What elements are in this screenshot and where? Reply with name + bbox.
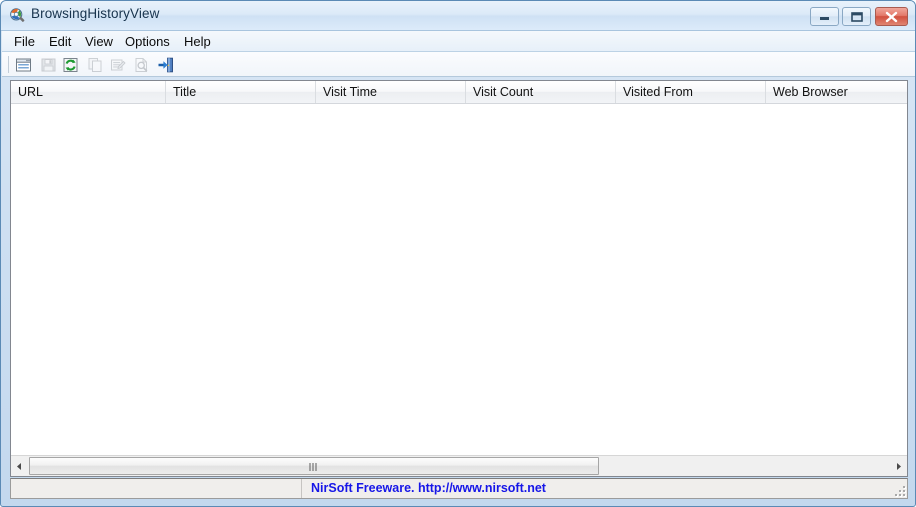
application-window: BrowsingHistoryView File Edit View Optio… bbox=[0, 0, 916, 507]
menu-item-view[interactable]: View bbox=[79, 33, 119, 50]
browser-history-icon bbox=[9, 7, 26, 24]
status-bar: NirSoft Freeware. http://www.nirsoft.net bbox=[10, 478, 908, 499]
close-button[interactable] bbox=[875, 7, 908, 26]
column-header-visit-time[interactable]: Visit Time bbox=[316, 81, 466, 103]
toolbar-separator bbox=[8, 56, 9, 73]
column-header-url[interactable]: URL bbox=[11, 81, 166, 103]
refresh-icon bbox=[63, 58, 78, 72]
column-header-web-browser[interactable]: Web Browser bbox=[766, 81, 907, 103]
save-button[interactable] bbox=[38, 55, 59, 75]
minimize-button[interactable] bbox=[810, 7, 839, 26]
window-title: BrowsingHistoryView bbox=[31, 6, 160, 21]
column-header-visited-from[interactable]: Visited From bbox=[616, 81, 766, 103]
scroll-left-arrow[interactable] bbox=[11, 456, 28, 476]
window-icon bbox=[16, 58, 31, 72]
scroll-right-arrow[interactable] bbox=[890, 456, 907, 476]
copy-icon bbox=[88, 58, 102, 72]
floppy-disk-icon bbox=[41, 58, 56, 72]
column-header-title[interactable]: Title bbox=[166, 81, 316, 103]
exit-button[interactable] bbox=[155, 55, 176, 75]
column-header-visit-count[interactable]: Visit Count bbox=[466, 81, 616, 103]
menu-bar: File Edit View Options Help bbox=[2, 31, 915, 52]
properties-button[interactable] bbox=[108, 55, 129, 75]
horizontal-scrollbar[interactable] bbox=[11, 455, 907, 476]
toolbar bbox=[2, 52, 915, 77]
properties-icon bbox=[111, 59, 126, 71]
scroll-thumb-grip bbox=[309, 463, 319, 471]
refresh-button[interactable] bbox=[60, 55, 81, 75]
title-bar: BrowsingHistoryView bbox=[1, 1, 915, 31]
menu-item-file[interactable]: File bbox=[8, 33, 41, 50]
maximize-button[interactable] bbox=[842, 7, 871, 26]
scrollbar-thumb[interactable] bbox=[29, 457, 599, 475]
copy-button[interactable] bbox=[85, 55, 106, 75]
column-header-row: URL Title Visit Time Visit Count Visited… bbox=[11, 81, 907, 104]
select-options-button[interactable] bbox=[13, 55, 34, 75]
resize-grip[interactable] bbox=[893, 484, 905, 496]
menu-item-help[interactable]: Help bbox=[178, 33, 217, 50]
menu-item-options[interactable]: Options bbox=[119, 33, 176, 50]
menu-item-edit[interactable]: Edit bbox=[43, 33, 77, 50]
report-icon bbox=[135, 58, 148, 72]
status-pane-left bbox=[11, 479, 302, 498]
history-rows-container[interactable] bbox=[11, 104, 907, 455]
html-report-button[interactable] bbox=[131, 55, 152, 75]
history-list-view[interactable]: URL Title Visit Time Visit Count Visited… bbox=[10, 80, 908, 477]
nirsoft-link[interactable]: NirSoft Freeware. http://www.nirsoft.net bbox=[311, 481, 546, 495]
exit-door-icon bbox=[158, 57, 173, 73]
